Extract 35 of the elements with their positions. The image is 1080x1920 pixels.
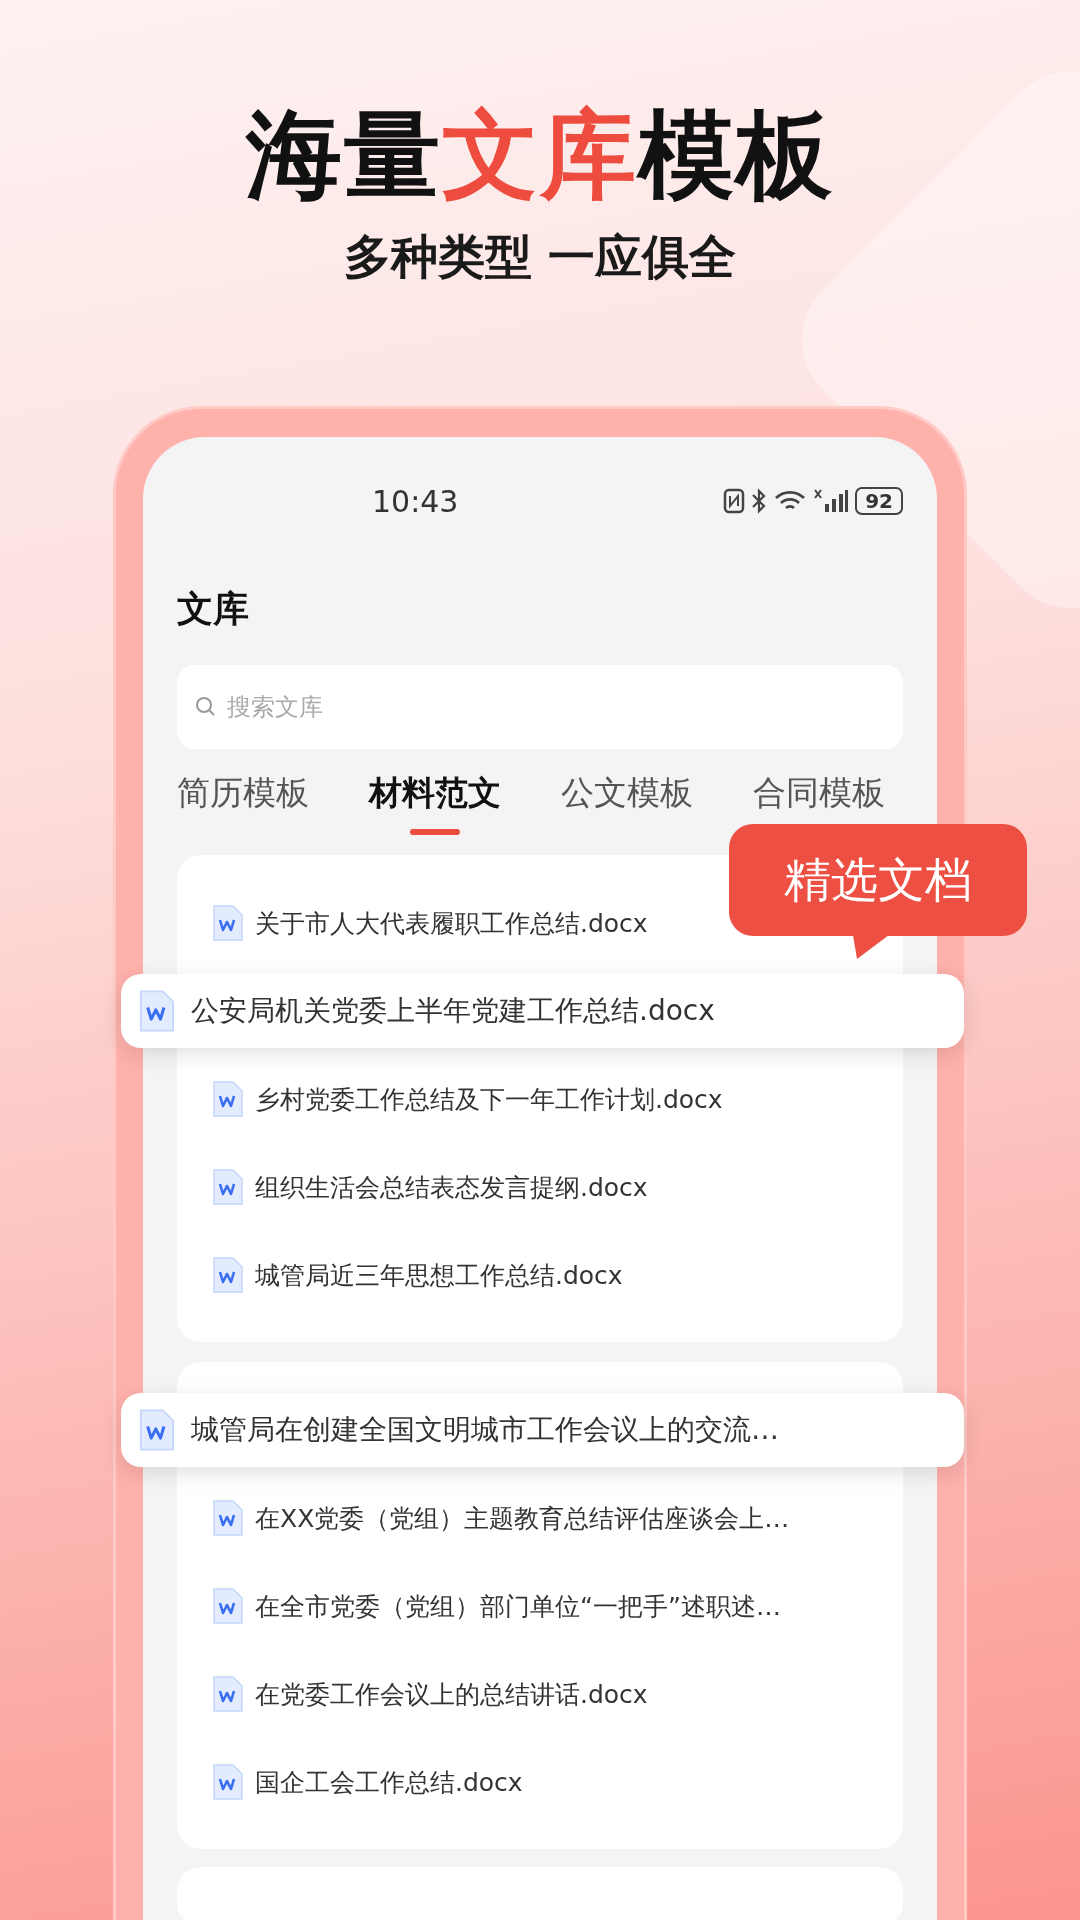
- callout-label: 精选文档: [729, 824, 1027, 936]
- nfc-icon: [723, 488, 746, 514]
- callout-pointer: [853, 935, 889, 959]
- word-document-icon: [211, 1256, 245, 1294]
- document-row[interactable]: 在党委工作会议上的总结讲话.docx: [177, 1650, 903, 1738]
- search-field[interactable]: 搜索文库: [177, 665, 903, 749]
- document-row[interactable]: 乡村党委工作总结及下一年工作计划.docx: [177, 1055, 903, 1143]
- word-document-icon: [211, 1675, 245, 1713]
- featured-document-row[interactable]: 城管局在创建全国文明城市工作会议上的交流…: [121, 1393, 964, 1467]
- category-tab[interactable]: 简历模板: [177, 775, 309, 811]
- word-document-icon: [211, 1763, 245, 1801]
- bluetooth-icon: [751, 488, 768, 514]
- page-title: 文库: [177, 587, 250, 631]
- signal-icon: [813, 488, 850, 514]
- word-document-icon: [211, 904, 245, 942]
- document-row[interactable]: 国企工会工作总结.docx: [177, 1738, 903, 1826]
- word-document-icon: [211, 1587, 245, 1625]
- status-time: 10:43: [372, 483, 459, 519]
- featured-document-row[interactable]: 公安局机关党委上半年党建工作总结.docx: [121, 974, 964, 1048]
- word-document-icon: [211, 1499, 245, 1537]
- word-document-icon: [137, 1408, 177, 1452]
- word-document-icon: [211, 1168, 245, 1206]
- category-tab[interactable]: 材料范文: [369, 775, 501, 811]
- document-row[interactable]: 城管局近三年思想工作总结.docx: [177, 1231, 903, 1319]
- word-document-icon: [137, 989, 177, 1033]
- subtitle: 多种类型 一应俱全: [343, 228, 737, 286]
- headline: 海量文库模板: [246, 98, 834, 212]
- document-row[interactable]: 在全市党委（党组）部门单位“一把手”述职述…: [177, 1562, 903, 1650]
- category-tab[interactable]: 合同模板: [753, 775, 885, 811]
- document-row[interactable]: 组织生活会总结表态发言提纲.docx: [177, 1143, 903, 1231]
- search-icon: [195, 696, 217, 718]
- battery-level: 92: [855, 487, 903, 515]
- document-row[interactable]: 在XX党委（党组）主题教育总结评估座谈会上…: [177, 1474, 903, 1562]
- word-document-icon: [211, 1080, 245, 1118]
- category-tab[interactable]: 公文模板: [561, 775, 693, 811]
